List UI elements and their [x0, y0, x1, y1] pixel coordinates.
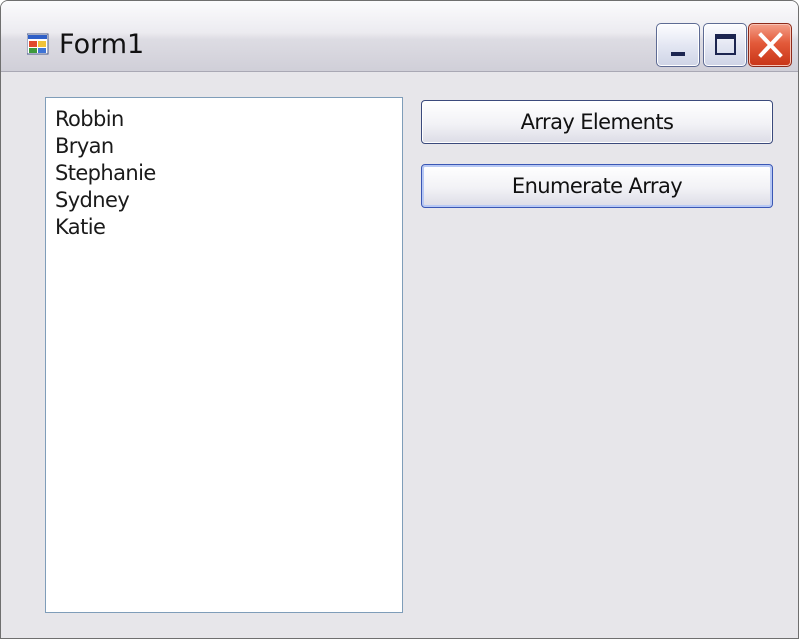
minimize-button[interactable] [656, 23, 700, 67]
enumerate-array-button[interactable]: Enumerate Array [421, 164, 773, 208]
close-icon [758, 32, 783, 58]
list-item[interactable]: Bryan [55, 133, 402, 160]
form1-window: Form1 Robbin Bryan Stephanie Sydney Kati… [0, 0, 799, 639]
form-client-area: Robbin Bryan Stephanie Sydney Katie Arra… [9, 72, 790, 630]
window-title: Form1 [59, 29, 145, 60]
list-item[interactable]: Katie [55, 214, 402, 241]
maximize-button[interactable] [703, 23, 747, 67]
minimize-icon [671, 52, 685, 56]
list-item[interactable]: Robbin [55, 106, 402, 133]
maximize-icon [715, 34, 736, 55]
title-bar[interactable]: Form1 [1, 1, 798, 72]
names-listbox[interactable]: Robbin Bryan Stephanie Sydney Katie [45, 97, 403, 613]
list-item[interactable]: Sydney [55, 187, 402, 214]
array-elements-button[interactable]: Array Elements [421, 100, 773, 144]
close-button[interactable] [748, 23, 792, 67]
form-app-icon[interactable] [26, 33, 49, 55]
list-item[interactable]: Stephanie [55, 160, 402, 187]
